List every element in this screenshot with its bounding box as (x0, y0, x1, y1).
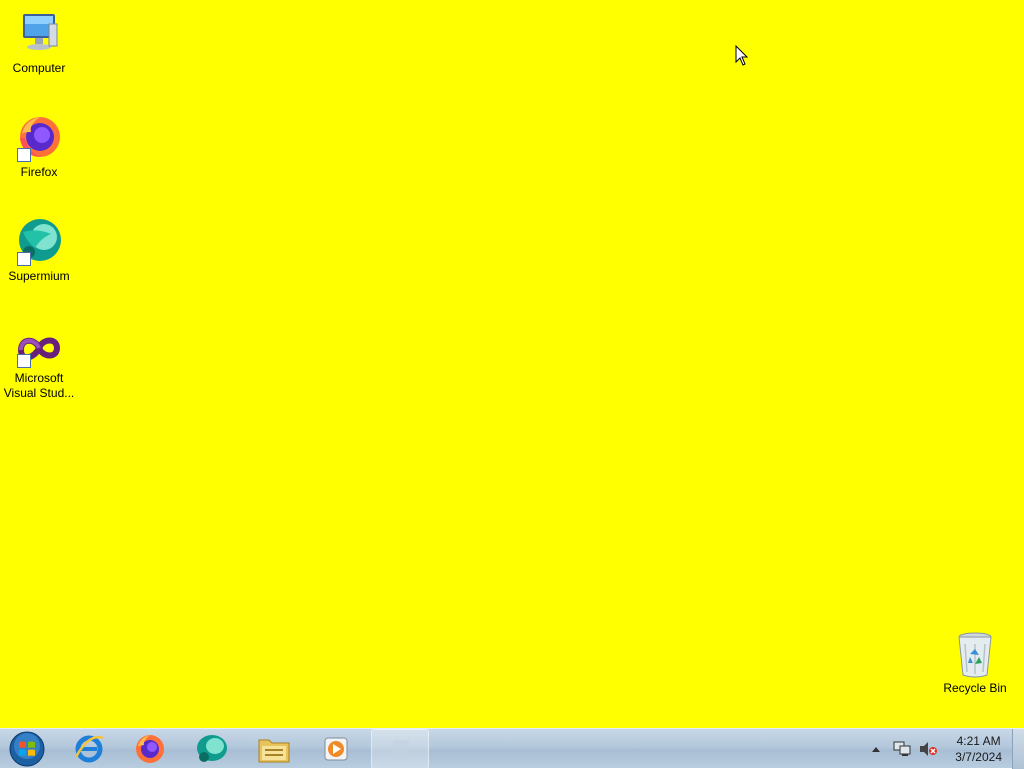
clock-date: 3/7/2024 (955, 750, 1002, 764)
network-tray-button[interactable] (891, 738, 913, 760)
desktop-icon-recycle-bin[interactable]: Recycle Bin (936, 632, 1014, 696)
taskbar-firefox[interactable] (121, 729, 179, 769)
desktop-icon-firefox[interactable]: Firefox (0, 114, 78, 180)
start-button[interactable] (4, 730, 50, 768)
blank-app-icon (393, 740, 409, 760)
shortcut-arrow-icon (17, 148, 31, 162)
taskbar-file-explorer[interactable] (245, 729, 303, 769)
supermium-icon (15, 218, 63, 266)
media-player-icon (324, 737, 348, 761)
desktop-icon-label: Supermium (8, 269, 70, 283)
file-explorer-icon (258, 739, 290, 763)
shortcut-arrow-icon (17, 354, 31, 368)
visual-studio-icon (15, 330, 63, 368)
taskbar: 4:21 AM 3/7/2024 (0, 728, 1024, 769)
internet-explorer-icon (74, 735, 104, 763)
firefox-icon (15, 114, 63, 162)
volume-tray-button[interactable] (917, 738, 939, 760)
taskbar-supermium[interactable] (183, 729, 241, 769)
network-icon (893, 741, 911, 756)
show-desktop-button[interactable] (1012, 729, 1024, 769)
clock[interactable]: 4:21 AM 3/7/2024 (955, 733, 1002, 765)
desktop-icon-label: Firefox (20, 165, 58, 179)
desktop-icon-label: Computer (12, 61, 66, 75)
computer-icon (15, 10, 63, 58)
volume-muted-icon (920, 742, 938, 756)
desktop-icon-supermium[interactable]: Supermium (0, 218, 78, 284)
show-hidden-icons-button[interactable] (865, 738, 887, 760)
system-tray: 4:21 AM 3/7/2024 (863, 729, 1008, 769)
desktop[interactable]: Computer Firefox Supermium Microsoft Vis… (0, 0, 1024, 728)
desktop-icon-label: Recycle Bin (943, 681, 1007, 695)
taskbar-blank-app[interactable] (371, 729, 429, 769)
desktop-icon-visual-studio[interactable]: Microsoft Visual Stud... (0, 330, 78, 401)
shortcut-arrow-icon (17, 252, 31, 266)
taskbar-media-player[interactable] (307, 729, 365, 769)
desktop-icon-label: Microsoft Visual Stud... (3, 371, 75, 400)
chevron-up-icon (872, 747, 881, 752)
recycle-bin-icon (951, 632, 999, 678)
mouse-pointer-icon (735, 45, 749, 66)
taskbar-internet-explorer[interactable] (60, 729, 118, 769)
clock-time: 4:21 AM (956, 734, 1001, 748)
windows-start-orb-icon (9, 731, 45, 767)
firefox-icon (136, 735, 164, 763)
supermium-icon (197, 735, 227, 762)
desktop-icon-computer[interactable]: Computer (0, 10, 78, 76)
